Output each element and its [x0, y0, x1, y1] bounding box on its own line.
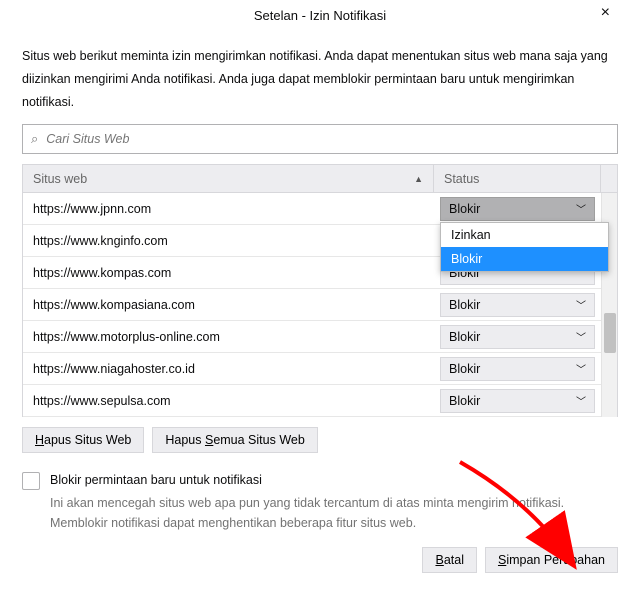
site-url: https://www.kompasiana.com [23, 289, 434, 320]
status-select-value: Blokir [449, 362, 480, 376]
chevron-down-icon: ﹀ [576, 297, 586, 312]
table-row[interactable]: https://www.sepulsa.com Blokir ﹀ [23, 385, 601, 417]
status-cell: Blokir ﹀ [434, 353, 601, 384]
status-cell: Blokir ﹀ [434, 321, 601, 352]
sites-table: Situs web ▲ Status https://www.jpnn.com B… [22, 164, 618, 417]
scroll-gutter-header [601, 165, 617, 192]
table-row[interactable]: https://www.motorplus-online.com Blokir ﹀ [23, 321, 601, 353]
status-option-allow[interactable]: Izinkan [441, 223, 608, 247]
column-status[interactable]: Status [434, 165, 601, 192]
dialog-title: Setelan - Izin Notifikasi [254, 8, 386, 23]
block-new-requests-checkbox[interactable] [22, 472, 40, 490]
search-icon: ⌕ [31, 131, 38, 147]
status-cell: Blokir ﹀ [434, 289, 601, 320]
table-row[interactable]: https://www.jpnn.comBlokir﹀IzinkanBlokir [23, 193, 601, 225]
site-url: https://www.niagahoster.co.id [23, 353, 434, 384]
remove-all-sites-button[interactable]: Hapus Semua Situs Web [152, 427, 317, 453]
status-select-value: Blokir [449, 202, 480, 216]
scrollbar-thumb[interactable] [604, 313, 616, 353]
chevron-down-icon: ﹀ [576, 361, 586, 376]
status-option-block[interactable]: Blokir [441, 247, 608, 271]
dialog-description: Situs web berikut meminta izin mengirimk… [22, 45, 618, 124]
chevron-down-icon: ﹀ [576, 201, 586, 216]
status-select-value: Blokir [449, 298, 480, 312]
chevron-down-icon: ﹀ [576, 393, 586, 408]
status-select[interactable]: Blokir ﹀ [440, 293, 595, 317]
site-url: https://www.sepulsa.com [23, 385, 434, 416]
chevron-down-icon: ﹀ [576, 329, 586, 344]
block-new-requests-label: Blokir permintaan baru untuk notifikasi [50, 471, 262, 490]
status-cell: Blokir﹀IzinkanBlokir [434, 193, 601, 224]
remove-site-button[interactable]: Hapus Situs Web [22, 427, 144, 453]
status-cell: Blokir ﹀ [434, 385, 601, 416]
site-url: https://www.motorplus-online.com [23, 321, 434, 352]
status-select[interactable]: Blokir ﹀ [440, 325, 595, 349]
search-field[interactable]: ⌕ [22, 124, 618, 154]
block-new-requests-hint: Ini akan mencegah situs web apa pun yang… [50, 494, 618, 533]
table-header: Situs web ▲ Status [23, 165, 617, 193]
status-select[interactable]: Blokir﹀IzinkanBlokir [440, 197, 595, 221]
table-row[interactable]: https://www.niagahoster.co.id Blokir ﹀ [23, 353, 601, 385]
status-dropdown[interactable]: IzinkanBlokir [440, 222, 609, 272]
sort-asc-icon: ▲ [414, 174, 423, 184]
column-site[interactable]: Situs web ▲ [23, 165, 434, 192]
column-site-label: Situs web [33, 172, 87, 186]
status-select-value: Blokir [449, 330, 480, 344]
status-select-value: Blokir [449, 394, 480, 408]
site-url: https://www.jpnn.com [23, 193, 434, 224]
table-row[interactable]: https://www.kompasiana.com Blokir ﹀ [23, 289, 601, 321]
site-url: https://www.knginfo.com [23, 225, 434, 256]
site-url: https://www.kompas.com [23, 257, 434, 288]
status-select[interactable]: Blokir ﹀ [440, 389, 595, 413]
status-select[interactable]: Blokir ﹀ [440, 357, 595, 381]
close-icon[interactable]: × [593, 2, 618, 24]
save-button[interactable]: Simpan Perubahan [485, 547, 618, 573]
cancel-button[interactable]: Batal [422, 547, 477, 573]
search-input[interactable] [44, 131, 609, 147]
column-status-label: Status [444, 172, 479, 186]
